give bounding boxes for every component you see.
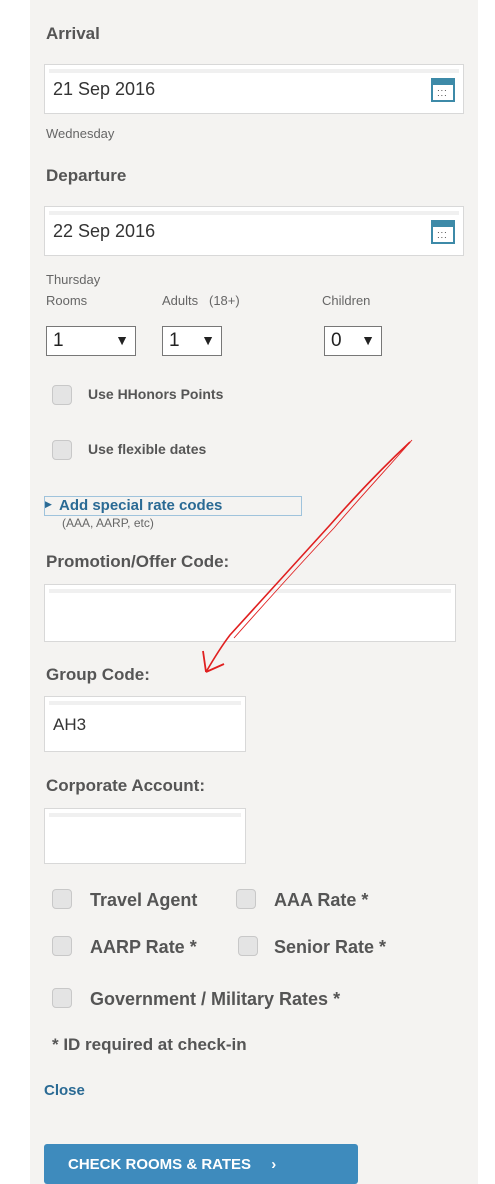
- annotation-arrow: [202, 439, 413, 673]
